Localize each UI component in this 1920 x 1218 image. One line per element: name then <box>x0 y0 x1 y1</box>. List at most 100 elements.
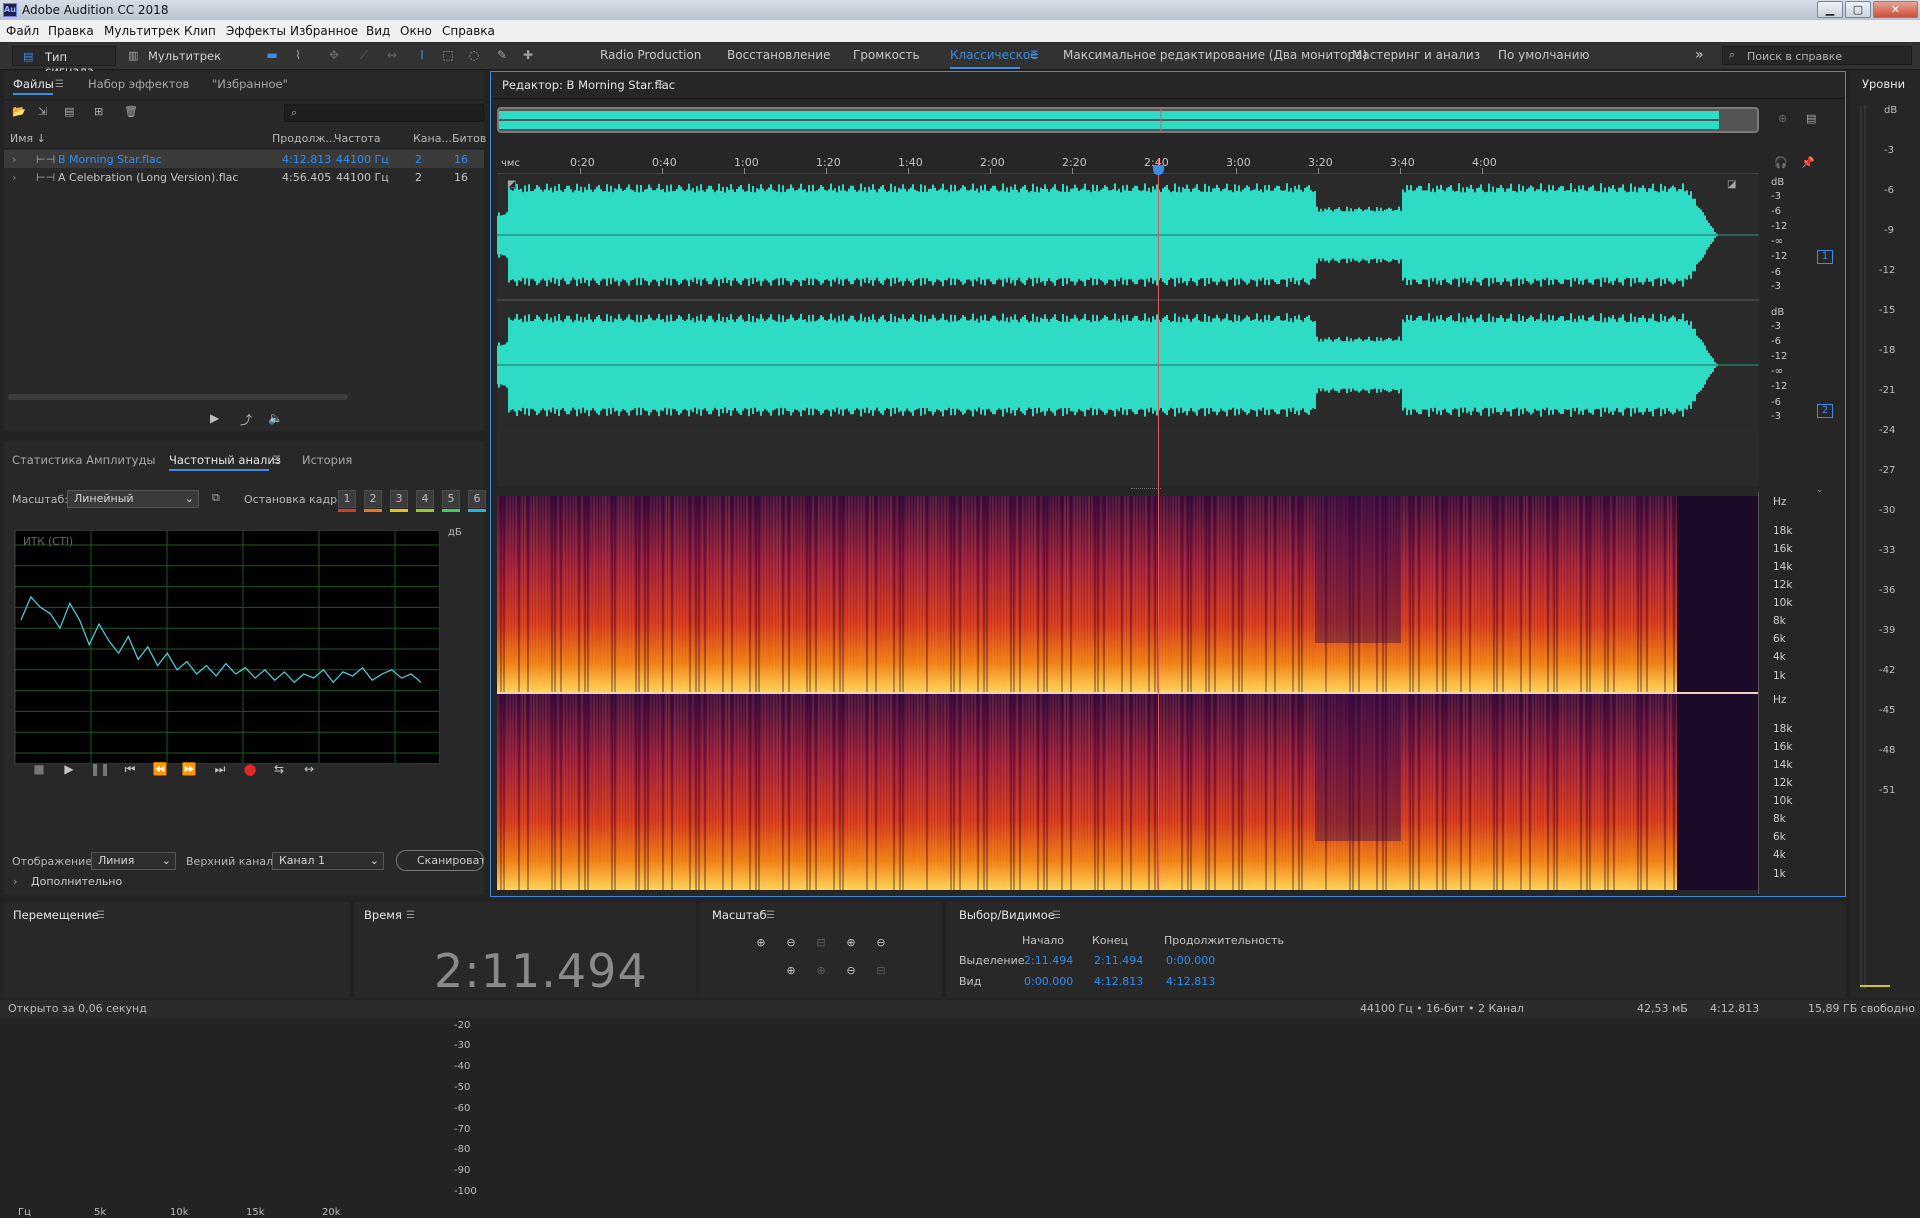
stop-icon[interactable]: ■ <box>30 760 48 778</box>
fade-in-handle-icon[interactable]: ◩ <box>507 179 516 190</box>
freeze-frame-1[interactable]: 1 <box>338 490 356 508</box>
selection-duration[interactable]: 0:00.000 <box>1166 954 1215 967</box>
selection-end[interactable]: 2:11.494 <box>1094 954 1143 967</box>
pin-icon[interactable]: 📌 <box>1801 156 1815 169</box>
workspace-menu-icon[interactable]: ☰ <box>1030 42 1039 69</box>
record-icon[interactable]: ● <box>241 760 259 778</box>
copy-graph-icon[interactable]: ⧉ <box>212 491 220 505</box>
view-waveform-button[interactable]: ▤ Тип сигнала <box>12 46 116 78</box>
insert-into-multitrack-icon[interactable]: ⊞ <box>94 105 103 118</box>
skip-selection-icon[interactable]: ↔ <box>300 760 318 778</box>
zoom-out-amplitude-icon[interactable]: ⊖ <box>782 936 800 952</box>
file-row[interactable]: › ⊢⊣ A Celebration (Long Version).flac 4… <box>4 168 484 186</box>
headphones-icon[interactable]: 🎧 <box>1774 156 1788 169</box>
scan-button[interactable]: Сканировать <box>396 850 484 871</box>
waveform-display[interactable]: ◩ ◪ <box>497 175 1759 486</box>
zoom-fit-icon[interactable]: ⊟ <box>872 964 890 980</box>
time-menu-icon[interactable]: ☰ <box>406 910 415 921</box>
file-row[interactable]: › ⊢⊣ B Morning Star.flac 4:12.813 44100 … <box>4 150 484 168</box>
channel-1-label[interactable]: 1 <box>1817 250 1833 264</box>
workspace-loudness[interactable]: Громкость <box>853 42 920 69</box>
go-to-end-icon[interactable]: ⏭ <box>211 760 229 778</box>
workspace-max-editing[interactable]: Максимальное редактирование (Два монитор… <box>1063 42 1367 69</box>
menu-multitrack[interactable]: Мультитрек <box>104 24 180 38</box>
waveform-overview[interactable] <box>497 107 1759 133</box>
view-start[interactable]: 0:00.000 <box>1024 975 1073 988</box>
view-divider-handle[interactable] <box>1131 488 1161 491</box>
import-file-icon[interactable]: ⇲ <box>38 105 47 118</box>
delete-file-icon[interactable]: 🗑 <box>124 105 138 118</box>
preview-loop-icon[interactable]: ⤴ <box>240 411 252 428</box>
col-rate[interactable]: Частота <box>334 132 381 145</box>
pitch-display-icon[interactable]: ⌇ <box>290 48 306 62</box>
col-name[interactable]: Имя ↓ <box>10 132 46 145</box>
files-horizontal-scrollbar[interactable] <box>8 394 348 400</box>
freeze-frame-6[interactable]: 6 <box>468 490 486 508</box>
freq-menu-icon[interactable]: ☰ <box>272 455 281 466</box>
channel-2-label[interactable]: 2 <box>1817 404 1833 418</box>
rewind-icon[interactable]: ⏪ <box>151 760 169 778</box>
minimize-icon[interactable]: ▁ <box>1817 1 1843 18</box>
files-menu-icon[interactable]: ☰ <box>55 79 64 90</box>
transport-menu-icon[interactable]: ☰ <box>96 910 105 921</box>
move-tool-icon[interactable]: ✥ <box>326 48 342 62</box>
workspace-mastering[interactable]: Мастеринг и анализ <box>1352 42 1480 69</box>
tab-frequency-analysis[interactable]: Частотный анализ <box>169 453 281 467</box>
tab-files[interactable]: Файлы <box>13 77 54 91</box>
menu-file[interactable]: Файл <box>6 24 39 38</box>
frequency-graph[interactable]: ИТК (СТI) <box>14 530 440 764</box>
close-icon[interactable]: ✕ <box>1873 1 1918 18</box>
col-duration[interactable]: Продолж... <box>272 132 336 145</box>
overview-options-icon[interactable]: ▤ <box>1806 112 1816 125</box>
view-duration[interactable]: 4:12.813 <box>1166 975 1215 988</box>
menu-view[interactable]: Вид <box>366 24 390 38</box>
spectral-display[interactable] <box>497 496 1759 890</box>
workspace-radio-production[interactable]: Radio Production <box>600 42 701 69</box>
tab-history[interactable]: История <box>302 453 352 467</box>
scale-select[interactable]: Линейный ⌄ <box>67 490 199 508</box>
play-icon[interactable]: ▶ <box>60 760 78 778</box>
advanced-chevron-icon[interactable]: › <box>13 875 17 888</box>
open-file-icon[interactable]: 📂 <box>12 105 26 118</box>
pause-icon[interactable]: ❚❚ <box>90 760 110 778</box>
col-bits[interactable]: Битов <box>452 132 486 145</box>
top-channel-select[interactable]: Канал 1 ⌄ <box>272 852 384 870</box>
expand-chevron-icon[interactable]: › <box>12 171 16 184</box>
menu-effects[interactable]: Эффекты <box>226 24 286 38</box>
preview-volume-icon[interactable]: 🔈 <box>268 411 283 425</box>
expand-chevron-icon[interactable]: › <box>12 153 16 166</box>
menu-clip[interactable]: Клип <box>184 24 216 38</box>
view-multitrack-button[interactable]: ▥ Мультитрек <box>124 46 224 66</box>
marquee-tool-icon[interactable]: ⬚ <box>440 48 456 62</box>
zoom-overview-icon[interactable]: ⊕ <box>1778 112 1787 125</box>
menu-help[interactable]: Справка <box>442 24 495 38</box>
help-search-box[interactable]: ⌕ Поиск в справке <box>1722 46 1912 65</box>
more-workspaces-icon[interactable]: » <box>1695 42 1704 69</box>
editor-menu-icon[interactable]: ☰ <box>655 80 664 91</box>
preview-play-icon[interactable]: ▶ <box>210 411 219 425</box>
workspace-default[interactable]: По умолчанию <box>1498 42 1590 69</box>
brush-tool-icon[interactable]: ✎ <box>494 48 510 62</box>
chevron-down-icon[interactable]: ⌄ <box>1816 485 1824 495</box>
time-ruler[interactable]: чмс 0:20 0:40 1:00 1:20 1:40 2:00 2:20 2:40 3:00… <box>497 152 1759 174</box>
loop-icon[interactable]: ⇆ <box>270 760 288 778</box>
menu-edit[interactable]: Правка <box>48 24 94 38</box>
zoom-to-selection-icon[interactable]: ⊕ <box>782 964 800 980</box>
zoom-in-point-icon[interactable]: ⊕ <box>812 964 830 980</box>
workspace-restoration[interactable]: Восстановление <box>727 42 830 69</box>
zoom-out-time-icon[interactable]: ⊖ <box>872 936 890 952</box>
zoom-in-amplitude-icon[interactable]: ⊕ <box>752 936 770 952</box>
selection-start[interactable]: 2:11.494 <box>1024 954 1073 967</box>
freeze-frame-4[interactable]: 4 <box>416 490 434 508</box>
col-channels[interactable]: Кана... <box>413 132 452 145</box>
go-to-start-icon[interactable]: ⏮ <box>121 760 139 778</box>
zoom-in-time-icon[interactable]: ⊕ <box>842 936 860 952</box>
freeze-frame-3[interactable]: 3 <box>390 490 408 508</box>
files-search-input[interactable]: ⌕ <box>284 104 484 122</box>
razor-tool-icon[interactable]: ⟋ <box>356 48 372 62</box>
new-file-icon[interactable]: ▤ <box>64 105 74 118</box>
menu-favorites[interactable]: Избранное <box>290 24 358 38</box>
time-selection-tool-icon[interactable]: I <box>414 48 430 62</box>
spot-healing-tool-icon[interactable]: ✚ <box>520 48 536 62</box>
advanced-toggle[interactable]: Дополнительно <box>31 875 122 888</box>
